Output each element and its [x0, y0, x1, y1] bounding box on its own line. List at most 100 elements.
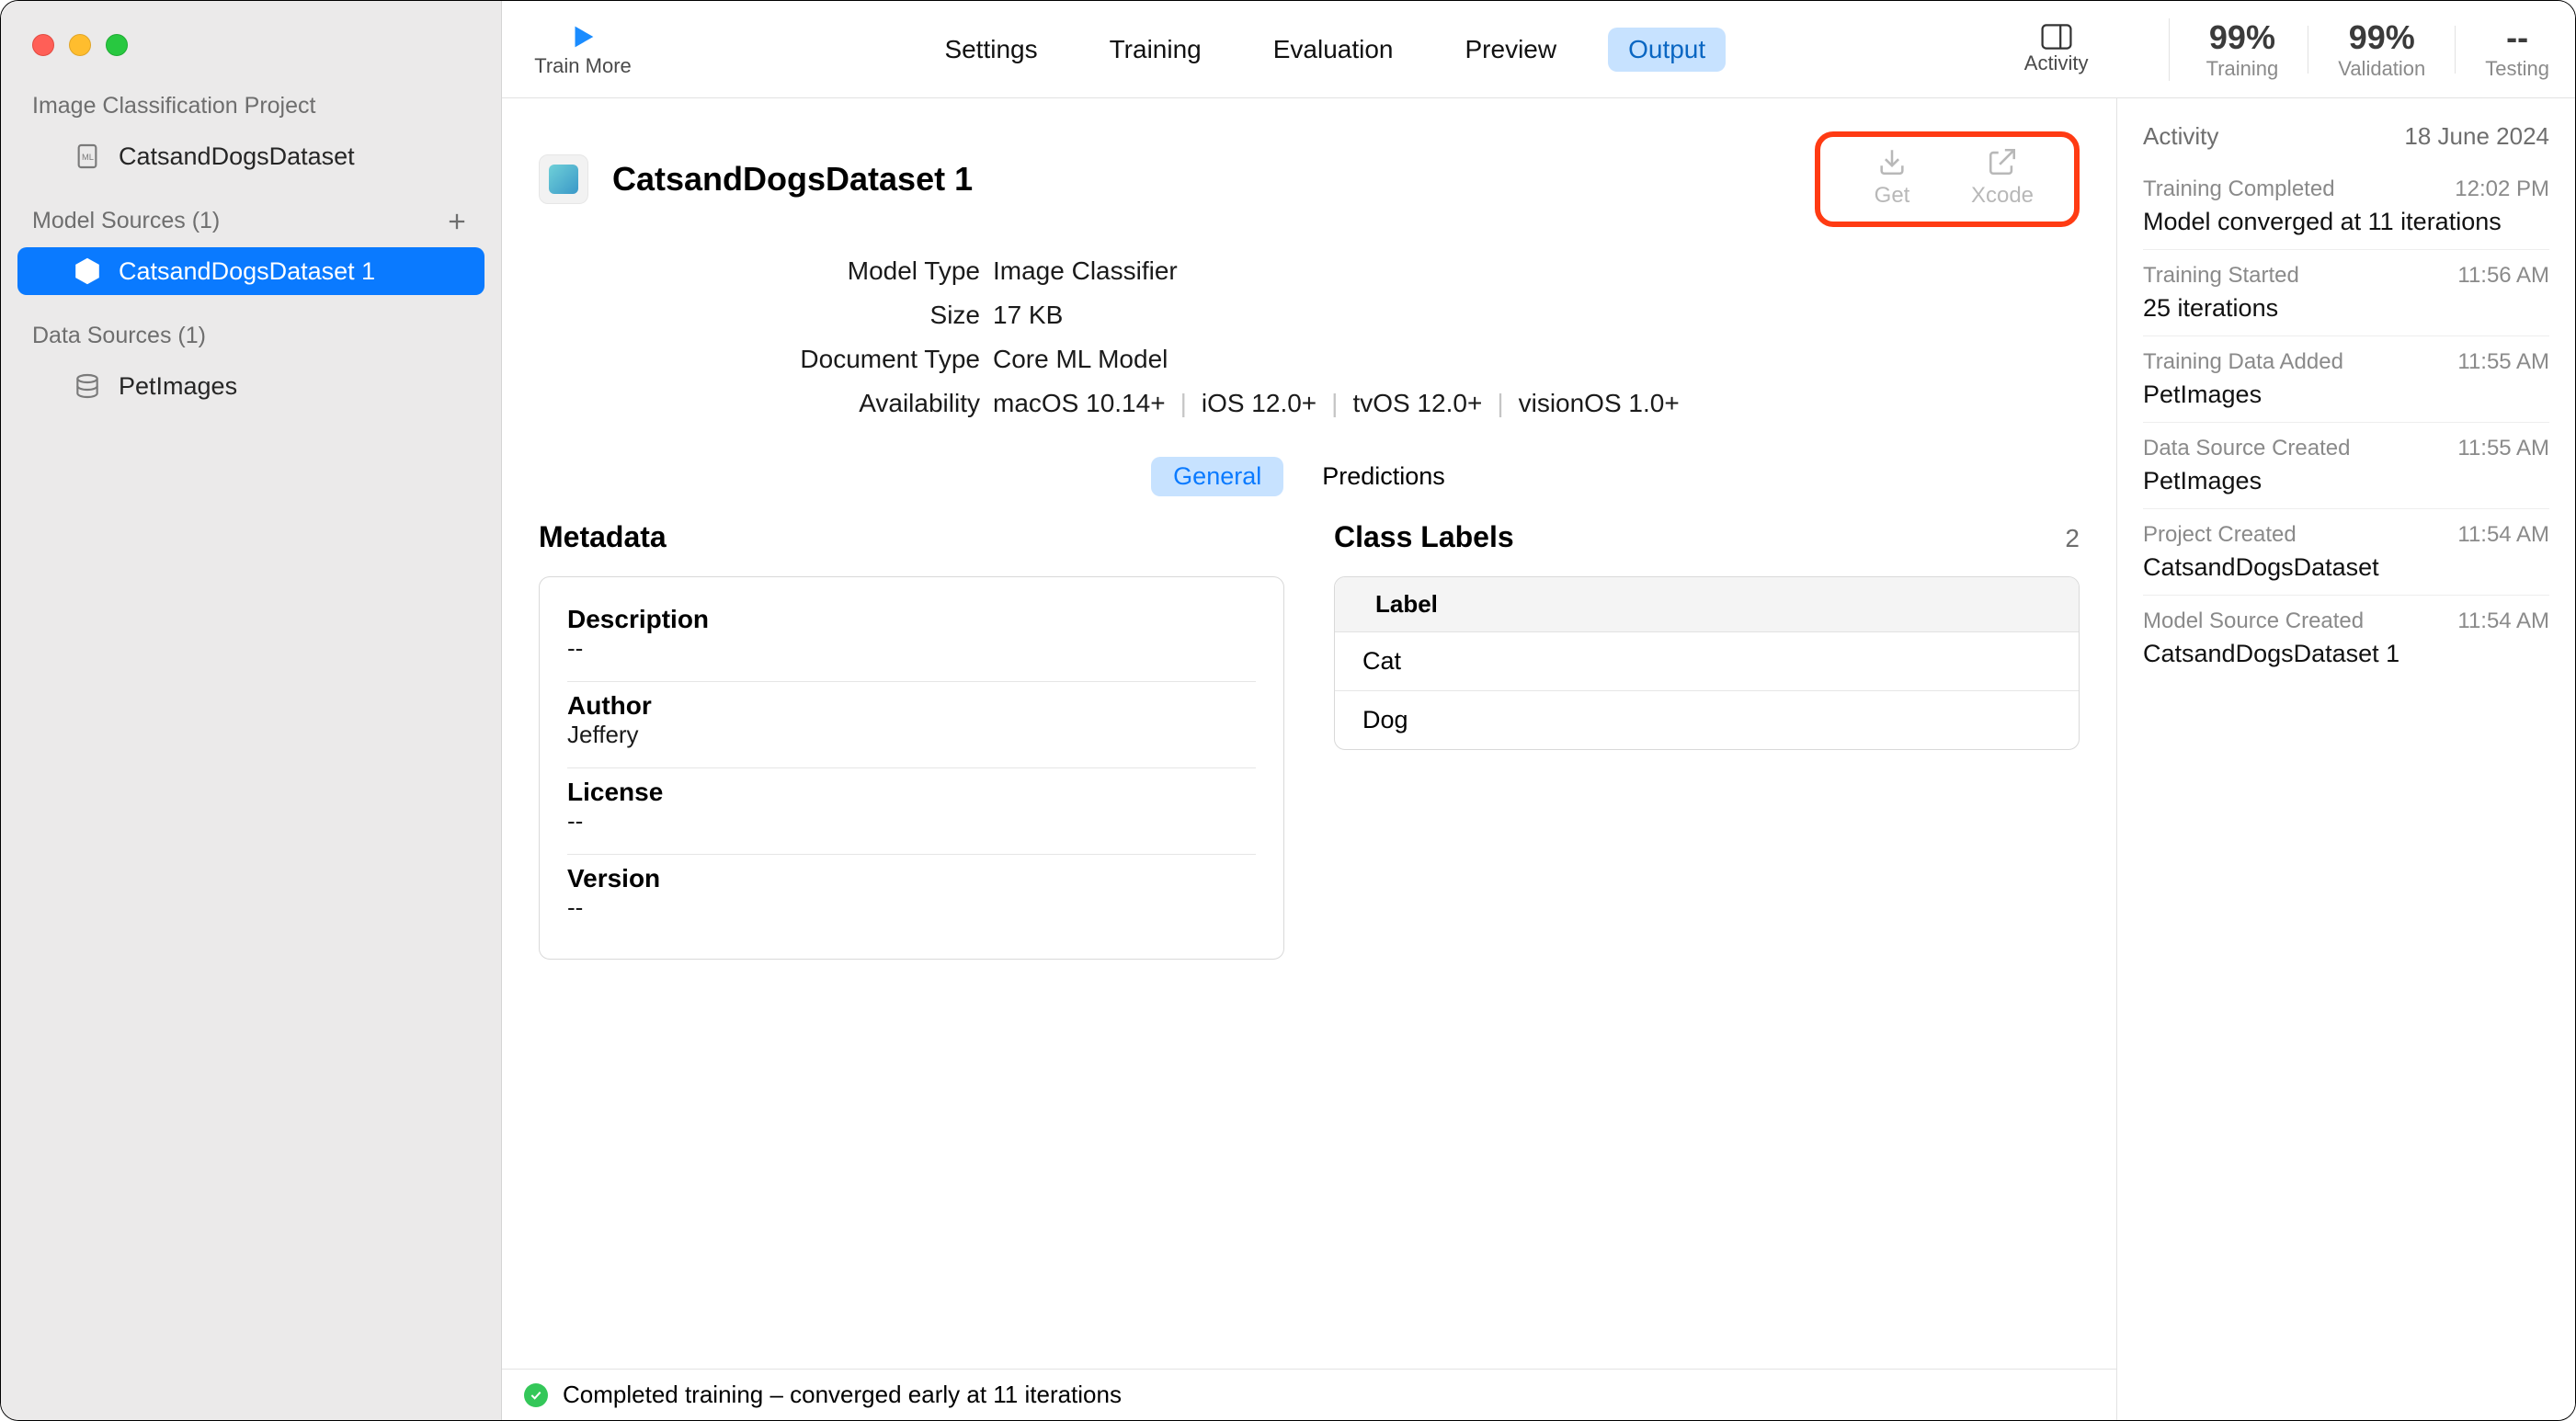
size-row: Size 17 KB: [539, 293, 2080, 337]
tab-evaluation[interactable]: Evaluation: [1253, 28, 1414, 72]
sidebar-model-sources-title: Model Sources (1): [32, 208, 220, 234]
sidebar-model-sources-header: Model Sources (1): [1, 180, 501, 247]
model-type-row: Model Type Image Classifier: [539, 249, 2080, 293]
tab-settings[interactable]: Settings: [924, 28, 1057, 72]
activity-date: 18 June 2024: [2404, 122, 2549, 151]
status-bar: Completed training – converged early at …: [502, 1369, 2116, 1420]
metric-training-label: Training: [2206, 57, 2279, 81]
metrics: 99% Training 99% Validation -- Testing: [2169, 18, 2549, 81]
sidebar-project-section: Image Classification Project: [1, 93, 501, 132]
metadata-author: Author Jeffery: [567, 682, 1256, 768]
activity-item-title: Data Source Created: [2143, 436, 2350, 461]
minimize-window-button[interactable]: [69, 34, 91, 56]
metadata-author-value: Jeffery: [567, 721, 1256, 749]
tab-training[interactable]: Training: [1089, 28, 1222, 72]
activity-item-detail: PetImages: [2143, 381, 2549, 409]
model-title-wrap: CatsandDogsDataset 1: [539, 154, 973, 204]
class-labels-panel: Class Labels 2 Label Cat Dog: [1334, 520, 2080, 960]
main: Train More Settings Training Evaluation …: [502, 1, 2575, 1420]
toolbar-right: Activity 99% Training 99% Validation --: [2012, 18, 2549, 81]
sidebar-item-model-source[interactable]: CatsandDogsDataset 1: [17, 247, 484, 295]
output-subtabs: General Predictions: [502, 451, 2116, 520]
activity-item-detail: 25 iterations: [2143, 294, 2549, 323]
zoom-window-button[interactable]: [106, 34, 128, 56]
xcode-button[interactable]: Xcode: [1956, 146, 2048, 209]
activity-item-title: Training Started: [2143, 263, 2299, 289]
tab-preview[interactable]: Preview: [1445, 28, 1578, 72]
app-window: Image Classification Project ML CatsandD…: [0, 0, 2576, 1421]
model-icon: [539, 154, 588, 204]
activity-item: Training Data Added11:55 AM PetImages: [2143, 336, 2549, 423]
model-type-value: Image Classifier: [993, 256, 1178, 286]
metric-testing: -- Testing: [2485, 18, 2549, 81]
metric-testing-value: --: [2506, 18, 2528, 57]
metadata-card: Description -- Author Jeffery License --: [539, 576, 1284, 960]
size-value: 17 KB: [993, 301, 1063, 330]
panels: Metadata Description -- Author Jeffery: [502, 520, 2116, 960]
activity-item-time: 11:54 AM: [2457, 608, 2549, 634]
toolbar: Train More Settings Training Evaluation …: [502, 1, 2575, 98]
sidebar: Image Classification Project ML CatsandD…: [1, 1, 502, 1420]
cube-icon: [73, 256, 102, 286]
sidebar-item-project[interactable]: ML CatsandDogsDataset: [17, 132, 484, 180]
metadata-author-key: Author: [567, 691, 1256, 721]
metadata-license-value: --: [567, 807, 1256, 836]
class-labels-title: Class Labels: [1334, 520, 1514, 554]
divider: |: [1497, 389, 1503, 418]
main-tabs: Settings Training Evaluation Preview Out…: [638, 28, 2012, 72]
activity-item-detail: CatsandDogsDataset 1: [2143, 640, 2549, 668]
divider: |: [1180, 389, 1187, 418]
train-more-button[interactable]: Train More: [528, 21, 638, 78]
tab-output[interactable]: Output: [1608, 28, 1726, 72]
metadata-panel: Metadata Description -- Author Jeffery: [539, 520, 1284, 960]
divider: |: [1331, 389, 1338, 418]
sidebar-item-project-label: CatsandDogsDataset: [119, 142, 355, 171]
center-pane: CatsandDogsDataset 1 Get Xcode: [502, 98, 2117, 1420]
activity-toggle[interactable]: Activity: [2012, 24, 2101, 75]
metadata-license-key: License: [567, 778, 1256, 807]
activity-item-title: Project Created: [2143, 522, 2297, 548]
class-labels-card: Label Cat Dog: [1334, 576, 2080, 750]
activity-pane: Activity 18 June 2024 Training Completed…: [2117, 98, 2575, 1420]
availability-row: Availability macOS 10.14+ | iOS 12.0+ | …: [539, 381, 2080, 426]
add-model-source-button[interactable]: [444, 209, 470, 234]
metric-validation-label: Validation: [2338, 57, 2425, 81]
metric-validation-value: 99%: [2349, 18, 2415, 57]
availability-value: macOS 10.14+ | iOS 12.0+ | tvOS 12.0+ | …: [993, 389, 1680, 418]
subtab-general[interactable]: General: [1151, 457, 1283, 496]
activity-header: Activity 18 June 2024: [2143, 122, 2549, 151]
class-labels-column: Label: [1335, 577, 2079, 632]
availability-key: Availability: [539, 389, 980, 418]
model-header: CatsandDogsDataset 1 Get Xcode: [502, 98, 2116, 249]
xcode-label: Xcode: [1971, 183, 2034, 209]
document-icon: ML: [73, 142, 102, 171]
metric-training-value: 99%: [2209, 18, 2275, 57]
size-key: Size: [539, 301, 980, 330]
sidebar-item-data-source[interactable]: PetImages: [17, 362, 484, 410]
model-info: Model Type Image Classifier Size 17 KB D…: [502, 249, 2116, 451]
status-text: Completed training – converged early at …: [563, 1381, 1122, 1409]
model-title: CatsandDogsDataset 1: [612, 160, 973, 199]
window-controls: [1, 17, 501, 93]
play-icon: [567, 21, 598, 52]
activity-item-detail: Model converged at 11 iterations: [2143, 208, 2549, 236]
activity-item: Model Source Created11:54 AM CatsandDogs…: [2143, 596, 2549, 681]
availability-ios: iOS 12.0+: [1202, 389, 1316, 418]
sidebar-icon: [2041, 24, 2072, 50]
activity-item-time: 11:55 AM: [2457, 436, 2549, 461]
activity-item: Training Started 11:56 AM 25 iterations: [2143, 250, 2549, 336]
subtab-predictions[interactable]: Predictions: [1300, 457, 1467, 496]
metadata-description: Description --: [567, 596, 1256, 682]
get-button[interactable]: Get: [1846, 146, 1938, 209]
availability-visionos: visionOS 1.0+: [1519, 389, 1680, 418]
activity-item-title: Training Completed: [2143, 176, 2335, 202]
class-label-row: Dog: [1335, 691, 2079, 749]
activity-item: Project Created11:54 AM CatsandDogsDatas…: [2143, 509, 2549, 596]
database-icon: [73, 371, 102, 401]
close-window-button[interactable]: [32, 34, 54, 56]
activity-item: Training Completed12:02 PM Model converg…: [2143, 164, 2549, 250]
doc-type-row: Document Type Core ML Model: [539, 337, 2080, 381]
activity-item-time: 11:56 AM: [2457, 263, 2549, 289]
metric-validation: 99% Validation: [2338, 18, 2425, 81]
activity-item-detail: PetImages: [2143, 467, 2549, 495]
